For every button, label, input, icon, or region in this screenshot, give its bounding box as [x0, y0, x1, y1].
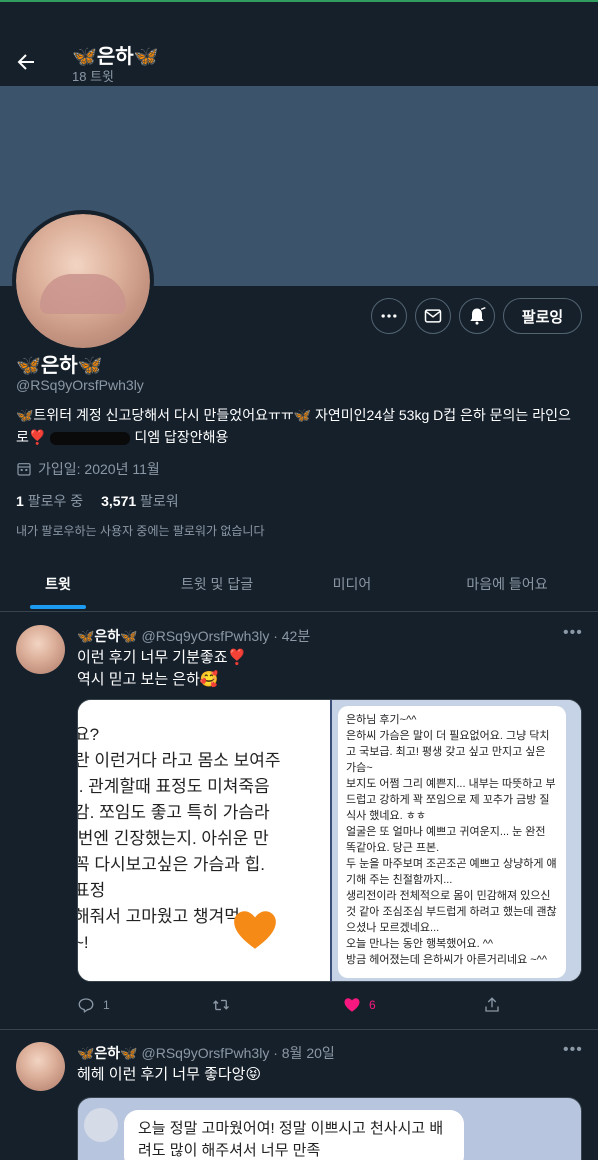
tweet-author-name[interactable]: 🦋은하🦋: [77, 628, 138, 644]
followers-label: 팔로워: [140, 493, 179, 509]
tweet-more-icon[interactable]: •••: [563, 624, 583, 642]
following-count: 1: [16, 493, 24, 509]
tab-likes[interactable]: 마음에 들어요: [432, 556, 582, 612]
profile-avatar[interactable]: [12, 210, 154, 352]
following-link[interactable]: 1 팔로우 중: [16, 493, 83, 509]
header-name: 🦋은하🦋: [72, 46, 159, 68]
tweet-meta: 🦋은하🦋 @RSq9yOrsfPwh3ly · 42분: [77, 626, 310, 646]
profile-name: 🦋은하🦋: [16, 355, 103, 377]
back-arrow-icon[interactable]: [14, 50, 38, 74]
image-text-line: ~!: [78, 933, 89, 952]
mutual-followers-note: 내가 팔로우하는 사용자 중에는 팔로워가 없습니다: [16, 524, 265, 538]
chat-message: 은하님 후기~^^ 은하씨 가슴은 말이 더 필요없어요. 그냥 닥치고 국보급…: [338, 706, 566, 978]
followers-count: 3,571: [101, 493, 137, 509]
tweet-meta: 🦋은하🦋 @RSq9yOrsfPwh3ly · 8월 20일: [77, 1043, 335, 1063]
chat-bubble: 오늘 정말 고마웠어여! 정말 이쁘시고 천사시고 배려도 많이 해주셔서 너무…: [124, 1110, 464, 1160]
retweet-button[interactable]: [211, 996, 239, 1014]
chat-line: 오늘 만나는 동안 행복했어요. ^^: [346, 938, 494, 950]
follow-counts: 1 팔로우 중 3,571 팔로워: [16, 491, 179, 511]
user-icon: [84, 1108, 118, 1142]
tab-media[interactable]: 미디어: [318, 556, 386, 612]
following-button[interactable]: 팔로잉: [503, 298, 582, 334]
reply-button[interactable]: 1: [77, 996, 110, 1014]
notifications-button[interactable]: [459, 298, 495, 334]
like-count: 6: [369, 998, 376, 1012]
tweet-avatar[interactable]: [16, 625, 65, 674]
image-text-line: 요?: [78, 725, 100, 744]
tweet-text: 이런 후기 너무 기분좋죠❣️ 역시 믿고 보는 은하🥰: [77, 647, 246, 691]
image-text-line: 표정: [78, 881, 106, 900]
tweet-text: 헤헤 이런 후기 너무 좋다앙😝: [77, 1064, 261, 1086]
tab-tweets-replies[interactable]: 트윗 및 답글: [116, 556, 318, 612]
join-date-text: 가입일: 2020년 11월: [38, 461, 160, 477]
redacted-id: [50, 431, 131, 445]
tweet-handle-time[interactable]: @RSq9yOrsfPwh3ly · 8월 20일: [142, 1045, 335, 1061]
following-label: 팔로우 중: [27, 493, 84, 509]
share-button[interactable]: [483, 996, 501, 1014]
bell-plus-icon: [470, 306, 486, 325]
calendar-icon: [17, 463, 31, 476]
tweet-author-name[interactable]: 🦋은하🦋: [77, 1045, 138, 1061]
heart-icon: [344, 998, 360, 1012]
reply-count: 1: [103, 998, 110, 1012]
more-options-button[interactable]: [371, 298, 407, 334]
share-icon: [485, 997, 499, 1012]
tab-tweets[interactable]: 트윗: [0, 556, 116, 612]
mail-icon: [424, 309, 442, 323]
like-button[interactable]: 6: [343, 996, 376, 1014]
chat-line: 은하님 후기~^^: [346, 714, 417, 726]
chat-line: 얼굴은 또 얼마나 예쁘고 귀여운지... 눈 완전 똑같아요. 당근 프본.: [346, 826, 546, 854]
orange-heart-icon: [234, 911, 276, 949]
image-text-line: 해줘서 고마웠고 챙겨먹: [78, 907, 240, 926]
tweet-more-icon[interactable]: •••: [563, 1041, 583, 1059]
tweet-media[interactable]: 오늘 정말 고마웠어여! 정말 이쁘시고 천사시고 배려도 많이 해주셔서 너무…: [77, 1097, 582, 1160]
chat-line: 생리전이라 전체적으로 몸이 민감해져 있으신것 같아 조심조심 부드럽게 하려…: [346, 890, 557, 934]
image-text-line: .. 관계할때 표정도 미쳐죽음: [78, 777, 270, 796]
chat-line: 은하씨 가슴은 말이 더 필요없어요. 그냥 닥치고 국보급. 최고! 평생 갖…: [346, 730, 550, 774]
bio-text-2: 디엠 답장안해용: [134, 429, 229, 445]
more-icon: [381, 314, 397, 318]
image-text-line: l번엔 긴장했는지. 아쉬운 만: [78, 829, 269, 848]
tweet-handle-time[interactable]: @RSq9yOrsfPwh3ly · 42분: [142, 628, 311, 644]
image-text-line: 란 이런거다 라고 몸소 보여주: [78, 751, 281, 770]
reply-icon: [78, 998, 94, 1013]
review-image-left: 요? 란 이런거다 라고 몸소 보여주 .. 관계할때 표정도 미쳐죽음 감. …: [78, 700, 330, 981]
review-image-right: 은하님 후기~^^ 은하씨 가슴은 말이 더 필요없어요. 그냥 닥치고 국보급…: [332, 700, 581, 981]
active-tab-indicator: [30, 605, 86, 609]
profile-header: 🦋은하🦋 18 트윗: [0, 2, 598, 86]
tweet-media[interactable]: 요? 란 이런거다 라고 몸소 보여주 .. 관계할때 표정도 미쳐죽음 감. …: [77, 699, 582, 982]
image-text-line: 감. 쪼임도 좋고 특히 가슴라: [78, 803, 270, 822]
image-text-line: 꼭 다시보고싶은 가슴과 힙.: [78, 855, 265, 874]
retweet-icon: [213, 999, 229, 1011]
tweet-text-line: 이런 후기 너무 기분좋죠❣️: [77, 649, 247, 666]
chat-line: 두 눈을 마주보며 조곤조곤 예쁘고 상냥하게 얘기해 주는 친절함까지...: [346, 858, 557, 886]
tweet-text-line: 역시 믿고 보는 은하🥰: [77, 671, 219, 688]
profile-handle: @RSq9yOrsfPwh3ly: [16, 377, 144, 393]
profile-tabs: 트윗 트윗 및 답글 미디어 마음에 들어요: [0, 556, 598, 612]
followers-link[interactable]: 3,571 팔로워: [101, 493, 179, 509]
tweet-text-line: 헤헤 이런 후기 너무 좋다앙😝: [77, 1066, 262, 1083]
join-date: 가입일: 2020년 11월: [16, 459, 160, 479]
chat-line: 보지도 어쩜 그리 예쁜지... 내부는 따뜻하고 부드럽고 강하게 꽉 쪼임으…: [346, 778, 556, 822]
profile-bio: 🦋트위터 계정 신고당해서 다시 만들었어요ㅠㅠ🦋 자연미인24살 53kg D…: [16, 404, 582, 448]
tweet-actions: 1 6: [77, 996, 557, 1018]
message-button[interactable]: [415, 298, 451, 334]
header-tweet-count: 18 트윗: [72, 69, 114, 84]
tweet-avatar[interactable]: [16, 1042, 65, 1091]
chat-line: 방금 헤어졌는데 은하씨가 아른거리네요 ~^^: [346, 954, 548, 966]
